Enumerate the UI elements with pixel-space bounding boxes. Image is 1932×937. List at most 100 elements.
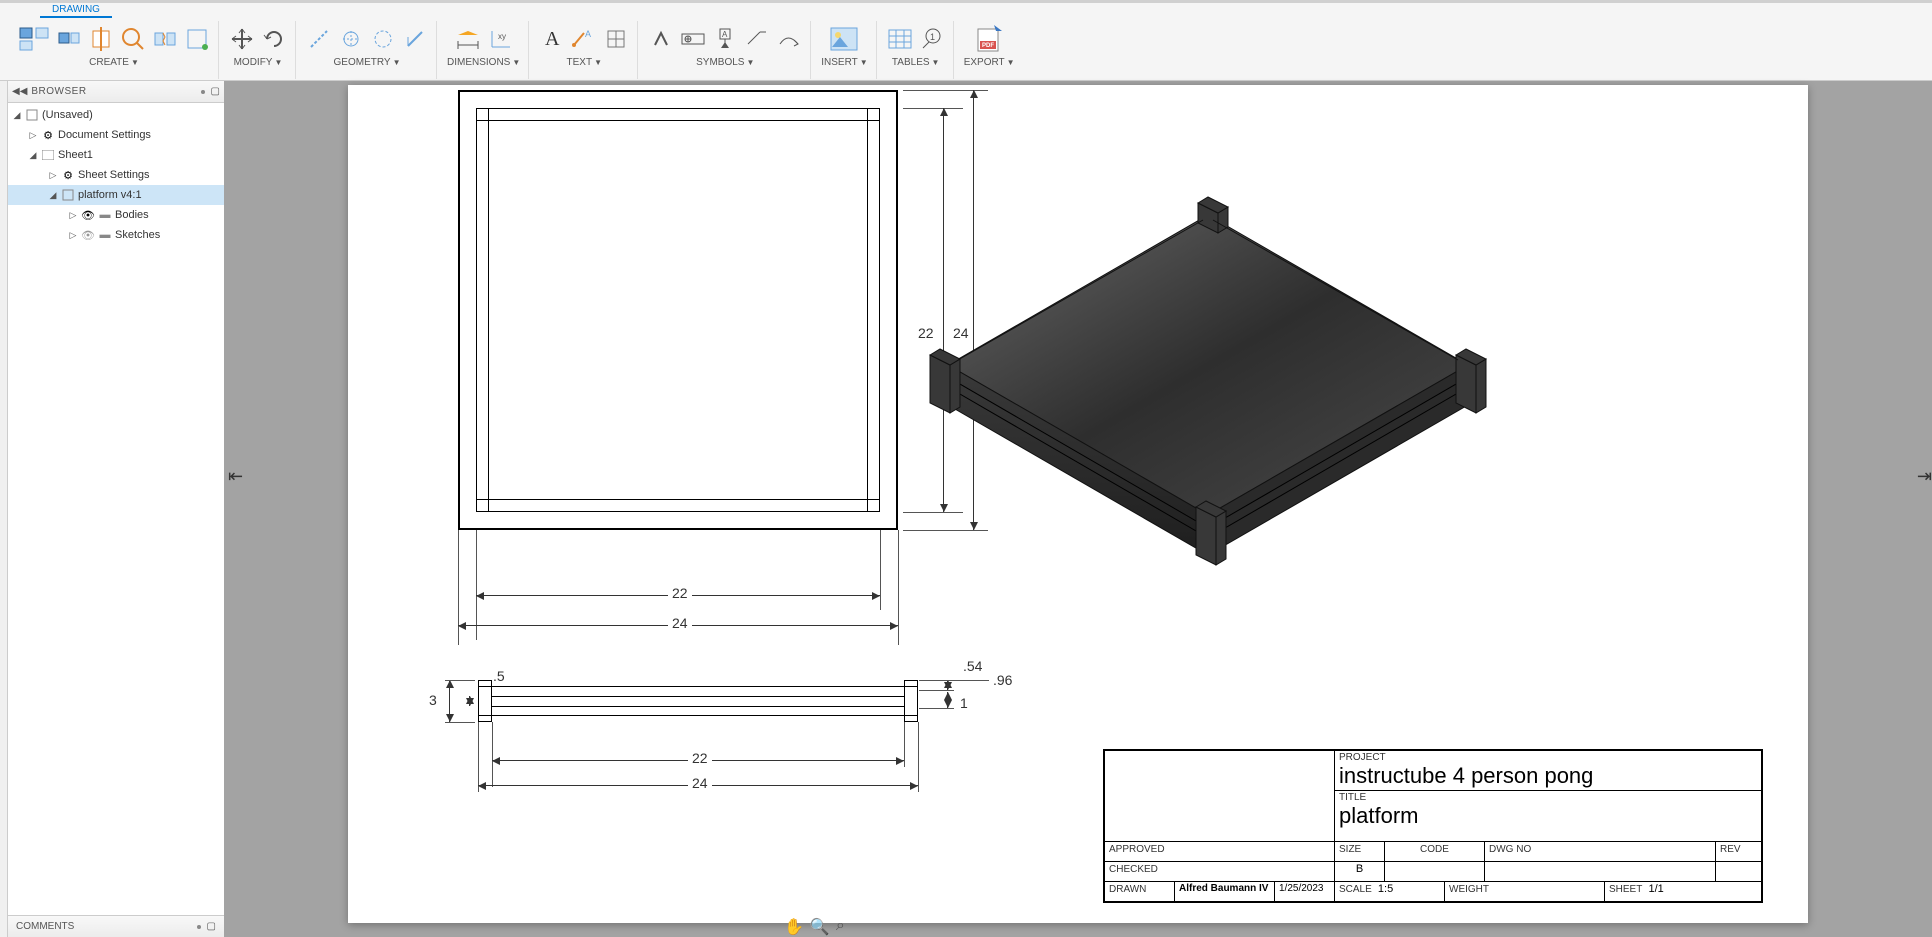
tree-sheet-settings[interactable]: ▷ ⚙ Sheet Settings — [8, 165, 224, 185]
next-sheet-icon[interactable]: ⇥ — [1917, 466, 1932, 487]
group-label-symbols[interactable]: SYMBOLS▼ — [696, 57, 754, 68]
collapse-icon[interactable]: ◀◀ — [12, 86, 27, 97]
folder-icon: ▬ — [98, 228, 112, 242]
tb-sheet[interactable]: 1/1 — [1648, 883, 1663, 895]
group-label-geometry[interactable]: GEOMETRY▼ — [334, 57, 401, 68]
group-create: CREATE▼ — [10, 21, 219, 79]
detail-view-icon[interactable] — [120, 26, 146, 52]
dim-side-24[interactable]: 24 — [688, 775, 712, 791]
dim-top-22h[interactable]: 22 — [668, 585, 692, 601]
projected-view-icon[interactable] — [56, 26, 82, 52]
dim-side-54[interactable]: .54 — [963, 658, 982, 674]
tb-checked: CHECKED — [1109, 864, 1158, 875]
group-label-text[interactable]: TEXT▼ — [567, 57, 602, 68]
browser-options-icon[interactable] — [201, 90, 205, 94]
tree-root[interactable]: ◢ (Unsaved) — [8, 105, 224, 125]
browser-close-icon[interactable]: ▢ — [211, 86, 220, 97]
browser-panel: ◀◀ BROWSER ▢ ◢ (Unsaved) ▷ ⚙ Document Se… — [8, 81, 224, 937]
group-symbols: A SYMBOLS▼ — [640, 21, 811, 79]
tb-drawn-date[interactable]: 1/25/2023 — [1275, 882, 1335, 901]
balloon-icon[interactable]: 1 — [919, 26, 945, 52]
tb-scale[interactable]: 1:5 — [1378, 883, 1393, 895]
move-icon[interactable] — [229, 26, 255, 52]
group-dimensions: xy DIMENSIONS▼ — [439, 21, 529, 79]
group-label-tables[interactable]: TABLES▼ — [892, 57, 940, 68]
pan-icon[interactable]: ✋ — [784, 917, 804, 937]
dim-side-22[interactable]: 22 — [688, 750, 712, 766]
tree-doc-settings[interactable]: ▷ ⚙ Document Settings — [8, 125, 224, 145]
sheet-icon — [41, 148, 55, 162]
doc-icon — [25, 108, 39, 122]
table-icon[interactable] — [887, 26, 913, 52]
zoom-window-icon[interactable]: ⌕ — [836, 917, 845, 937]
canvas[interactable]: ⇤ 22 24 22 — [224, 81, 1932, 937]
left-handle[interactable] — [0, 81, 8, 937]
browser-header[interactable]: ◀◀ BROWSER ▢ — [8, 81, 224, 103]
tb-drawn-by[interactable]: Alfred Baumann IV — [1175, 882, 1275, 901]
surface-texture-icon[interactable] — [648, 26, 674, 52]
svg-text:A: A — [585, 29, 591, 39]
edge-extension-icon[interactable] — [402, 26, 428, 52]
tb-project[interactable]: instructube 4 person pong — [1339, 763, 1757, 789]
table-text-icon[interactable] — [603, 26, 629, 52]
centerline-icon[interactable] — [306, 26, 332, 52]
dim-top-24h[interactable]: 24 — [668, 615, 692, 631]
dim-side-0-5[interactable]: .5 — [493, 668, 505, 684]
side-view[interactable]: 3 .5 .54 .96 1 2 — [463, 650, 1023, 810]
svg-text:A: A — [722, 30, 728, 39]
drawing-sheet[interactable]: 22 24 22 24 3 — [348, 85, 1808, 923]
section-view-icon[interactable] — [88, 26, 114, 52]
group-label-modify[interactable]: MODIFY▼ — [234, 57, 283, 68]
dim-side-96[interactable]: .96 — [993, 672, 1012, 688]
insert-image-icon[interactable] — [828, 23, 860, 55]
tb-approved: APPROVED — [1109, 844, 1165, 855]
tb-project-label: PROJECT — [1339, 752, 1757, 763]
iso-view[interactable] — [908, 165, 1508, 585]
base-view-icon[interactable] — [18, 23, 50, 55]
comments-header[interactable]: COMMENTS ▢ — [8, 915, 224, 937]
sketch-icon[interactable] — [184, 26, 210, 52]
centermark-icon[interactable] — [338, 26, 364, 52]
group-label-export[interactable]: EXPORT▼ — [964, 57, 1015, 68]
tb-title[interactable]: platform — [1339, 803, 1757, 829]
svg-text:PDF: PDF — [982, 43, 994, 49]
title-block[interactable]: PROJECT instructube 4 person pong TITLE … — [1103, 749, 1763, 903]
tree-sheet1[interactable]: ◢ Sheet1 — [8, 145, 224, 165]
prev-sheet-icon[interactable]: ⇤ — [228, 466, 243, 487]
weld-icon[interactable] — [744, 26, 770, 52]
browser-tree: ◢ (Unsaved) ▷ ⚙ Document Settings ◢ Shee… — [8, 103, 224, 915]
dimension-icon[interactable] — [455, 26, 481, 52]
svg-text:1: 1 — [930, 32, 935, 42]
tree-platform[interactable]: ◢ platform v4:1 — [8, 185, 224, 205]
eye-off-icon[interactable]: 👁 — [81, 228, 95, 242]
group-modify: MODIFY▼ — [221, 21, 296, 79]
dim-side-3[interactable]: 3 — [429, 692, 437, 708]
centermark-pattern-icon[interactable] — [370, 26, 396, 52]
eye-icon[interactable]: 👁 — [81, 208, 95, 222]
text-icon[interactable]: A — [539, 26, 565, 52]
bend-icon[interactable] — [776, 26, 802, 52]
feature-frame-icon[interactable] — [680, 26, 706, 52]
group-label-dimensions[interactable]: DIMENSIONS▼ — [447, 57, 520, 68]
tree-sketches[interactable]: ▷ 👁 ▬ Sketches — [8, 225, 224, 245]
zoom-icon[interactable]: 🔍 — [810, 917, 830, 937]
tb-size[interactable]: B — [1356, 863, 1363, 875]
export-pdf-icon[interactable]: PDF — [973, 23, 1005, 55]
tree-bodies[interactable]: ▷ 👁 ▬ Bodies — [8, 205, 224, 225]
tab-drawing[interactable]: DRAWING — [40, 4, 112, 18]
ordinate-dim-icon[interactable]: xy — [487, 26, 513, 52]
folder-icon: ▬ — [98, 208, 112, 222]
datum-icon[interactable]: A — [712, 26, 738, 52]
group-label-create[interactable]: CREATE▼ — [89, 57, 139, 68]
tb-title-label: TITLE — [1339, 792, 1757, 803]
group-label-insert[interactable]: INSERT▼ — [821, 57, 867, 68]
view-tools: ✋ 🔍 ⌕ — [784, 917, 845, 937]
break-view-icon[interactable] — [152, 26, 178, 52]
dim-side-1[interactable]: 1 — [960, 695, 968, 711]
top-view[interactable] — [458, 90, 898, 530]
svg-text:xy: xy — [498, 32, 506, 41]
rotate-icon[interactable] — [261, 26, 287, 52]
gear-icon: ⚙ — [41, 128, 55, 142]
gear-icon: ⚙ — [61, 168, 75, 182]
leader-icon[interactable]: A — [571, 26, 597, 52]
